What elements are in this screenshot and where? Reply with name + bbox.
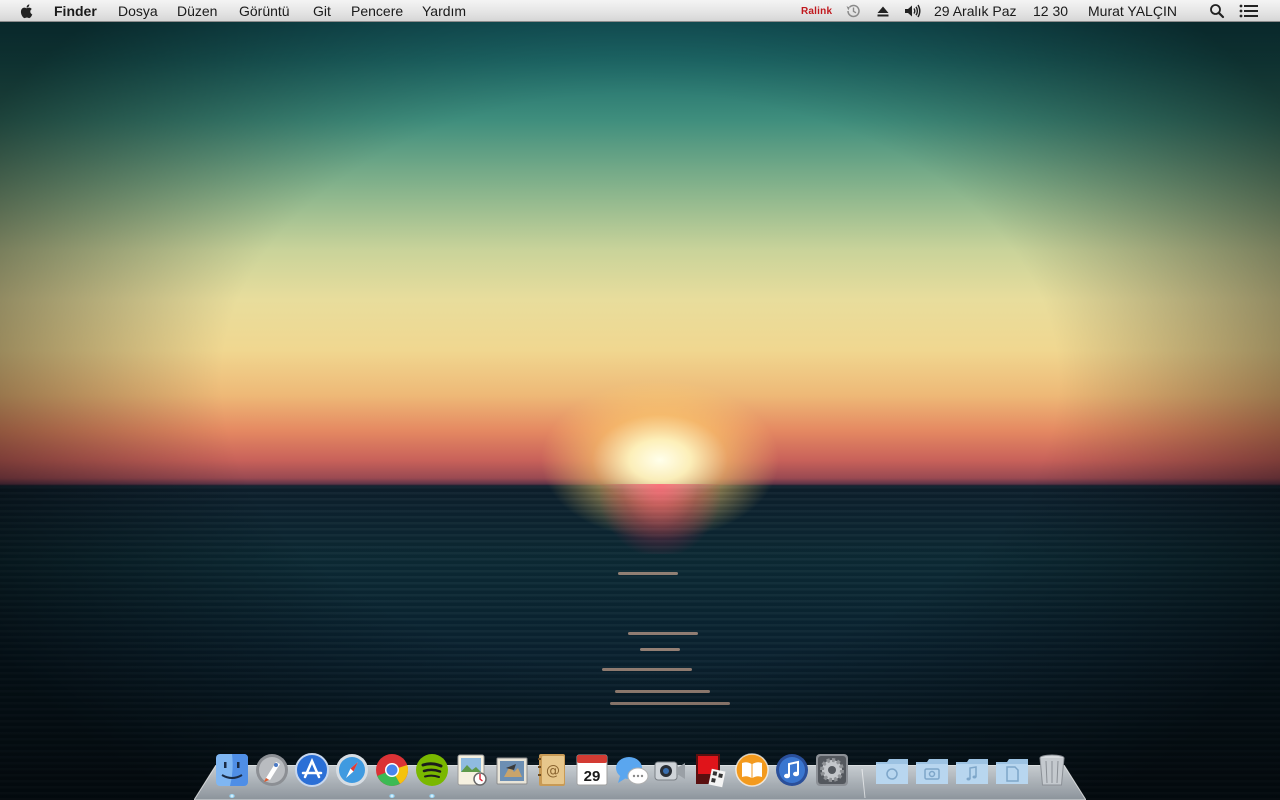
pictures-folder-icon[interactable] <box>914 752 950 788</box>
ibooks-icon[interactable] <box>734 752 770 788</box>
calendar-icon[interactable]: 29 <box>574 752 610 788</box>
menubar-clock[interactable]: 12 30 <box>1033 2 1068 20</box>
menu-bar: Finder Dosya Düzen Görüntü Git Pencere Y… <box>0 0 1280 22</box>
volume-icon[interactable] <box>903 2 921 20</box>
applications-folder-icon[interactable] <box>874 752 910 788</box>
eject-icon[interactable] <box>874 2 892 20</box>
app-store-icon[interactable] <box>294 752 330 788</box>
safari-icon[interactable] <box>334 752 370 788</box>
system-preferences-icon[interactable] <box>814 752 850 788</box>
spotify-icon[interactable] <box>414 752 450 788</box>
time-machine-icon[interactable] <box>844 2 862 20</box>
messages-icon[interactable] <box>614 752 650 788</box>
wallpaper-glint <box>615 690 710 693</box>
contacts-icon[interactable]: @ <box>534 752 570 788</box>
calendar-day-label: 29 <box>584 768 601 785</box>
svg-text:@: @ <box>546 763 560 779</box>
menubar-date[interactable]: 29 Aralık Paz <box>934 2 1017 20</box>
running-indicator-finder <box>229 794 235 798</box>
documents-folder-icon[interactable] <box>994 752 1030 788</box>
menu-dosya[interactable]: Dosya <box>118 2 158 20</box>
menu-goruntu[interactable]: Görüntü <box>239 2 290 20</box>
wallpaper-sun-reflection <box>600 484 720 554</box>
music-folder-icon[interactable] <box>954 752 990 788</box>
menu-git[interactable]: Git <box>313 2 331 20</box>
ralink-wifi-status[interactable]: Ralink <box>801 6 832 17</box>
menu-app-name[interactable]: Finder <box>54 2 97 20</box>
wallpaper-glint <box>640 648 680 651</box>
wallpaper-glint <box>628 632 698 635</box>
running-indicator-chrome <box>389 794 395 798</box>
wallpaper-glint <box>618 572 678 575</box>
menu-duzen[interactable]: Düzen <box>177 2 217 20</box>
menu-yardim[interactable]: Yardım <box>422 2 466 20</box>
apple-icon[interactable] <box>18 2 36 20</box>
finder-icon[interactable] <box>214 752 250 788</box>
wallpaper-glint <box>602 668 692 671</box>
menu-pencere[interactable]: Pencere <box>351 2 403 20</box>
photo-booth-icon[interactable] <box>692 752 728 788</box>
facetime-icon[interactable] <box>652 752 688 788</box>
trash-icon[interactable] <box>1034 752 1070 788</box>
launchpad-icon[interactable] <box>254 752 290 788</box>
mail-icon[interactable] <box>494 752 530 788</box>
notification-center-icon[interactable] <box>1238 2 1260 20</box>
wallpaper-glint <box>610 702 730 705</box>
itunes-icon[interactable] <box>774 752 810 788</box>
desktop-wallpaper <box>0 0 1280 800</box>
spotlight-icon[interactable] <box>1208 2 1226 20</box>
chrome-icon[interactable] <box>374 752 410 788</box>
preview-icon[interactable] <box>454 752 490 788</box>
menubar-user[interactable]: Murat YALÇIN <box>1088 2 1177 20</box>
running-indicator-spotify <box>429 794 435 798</box>
